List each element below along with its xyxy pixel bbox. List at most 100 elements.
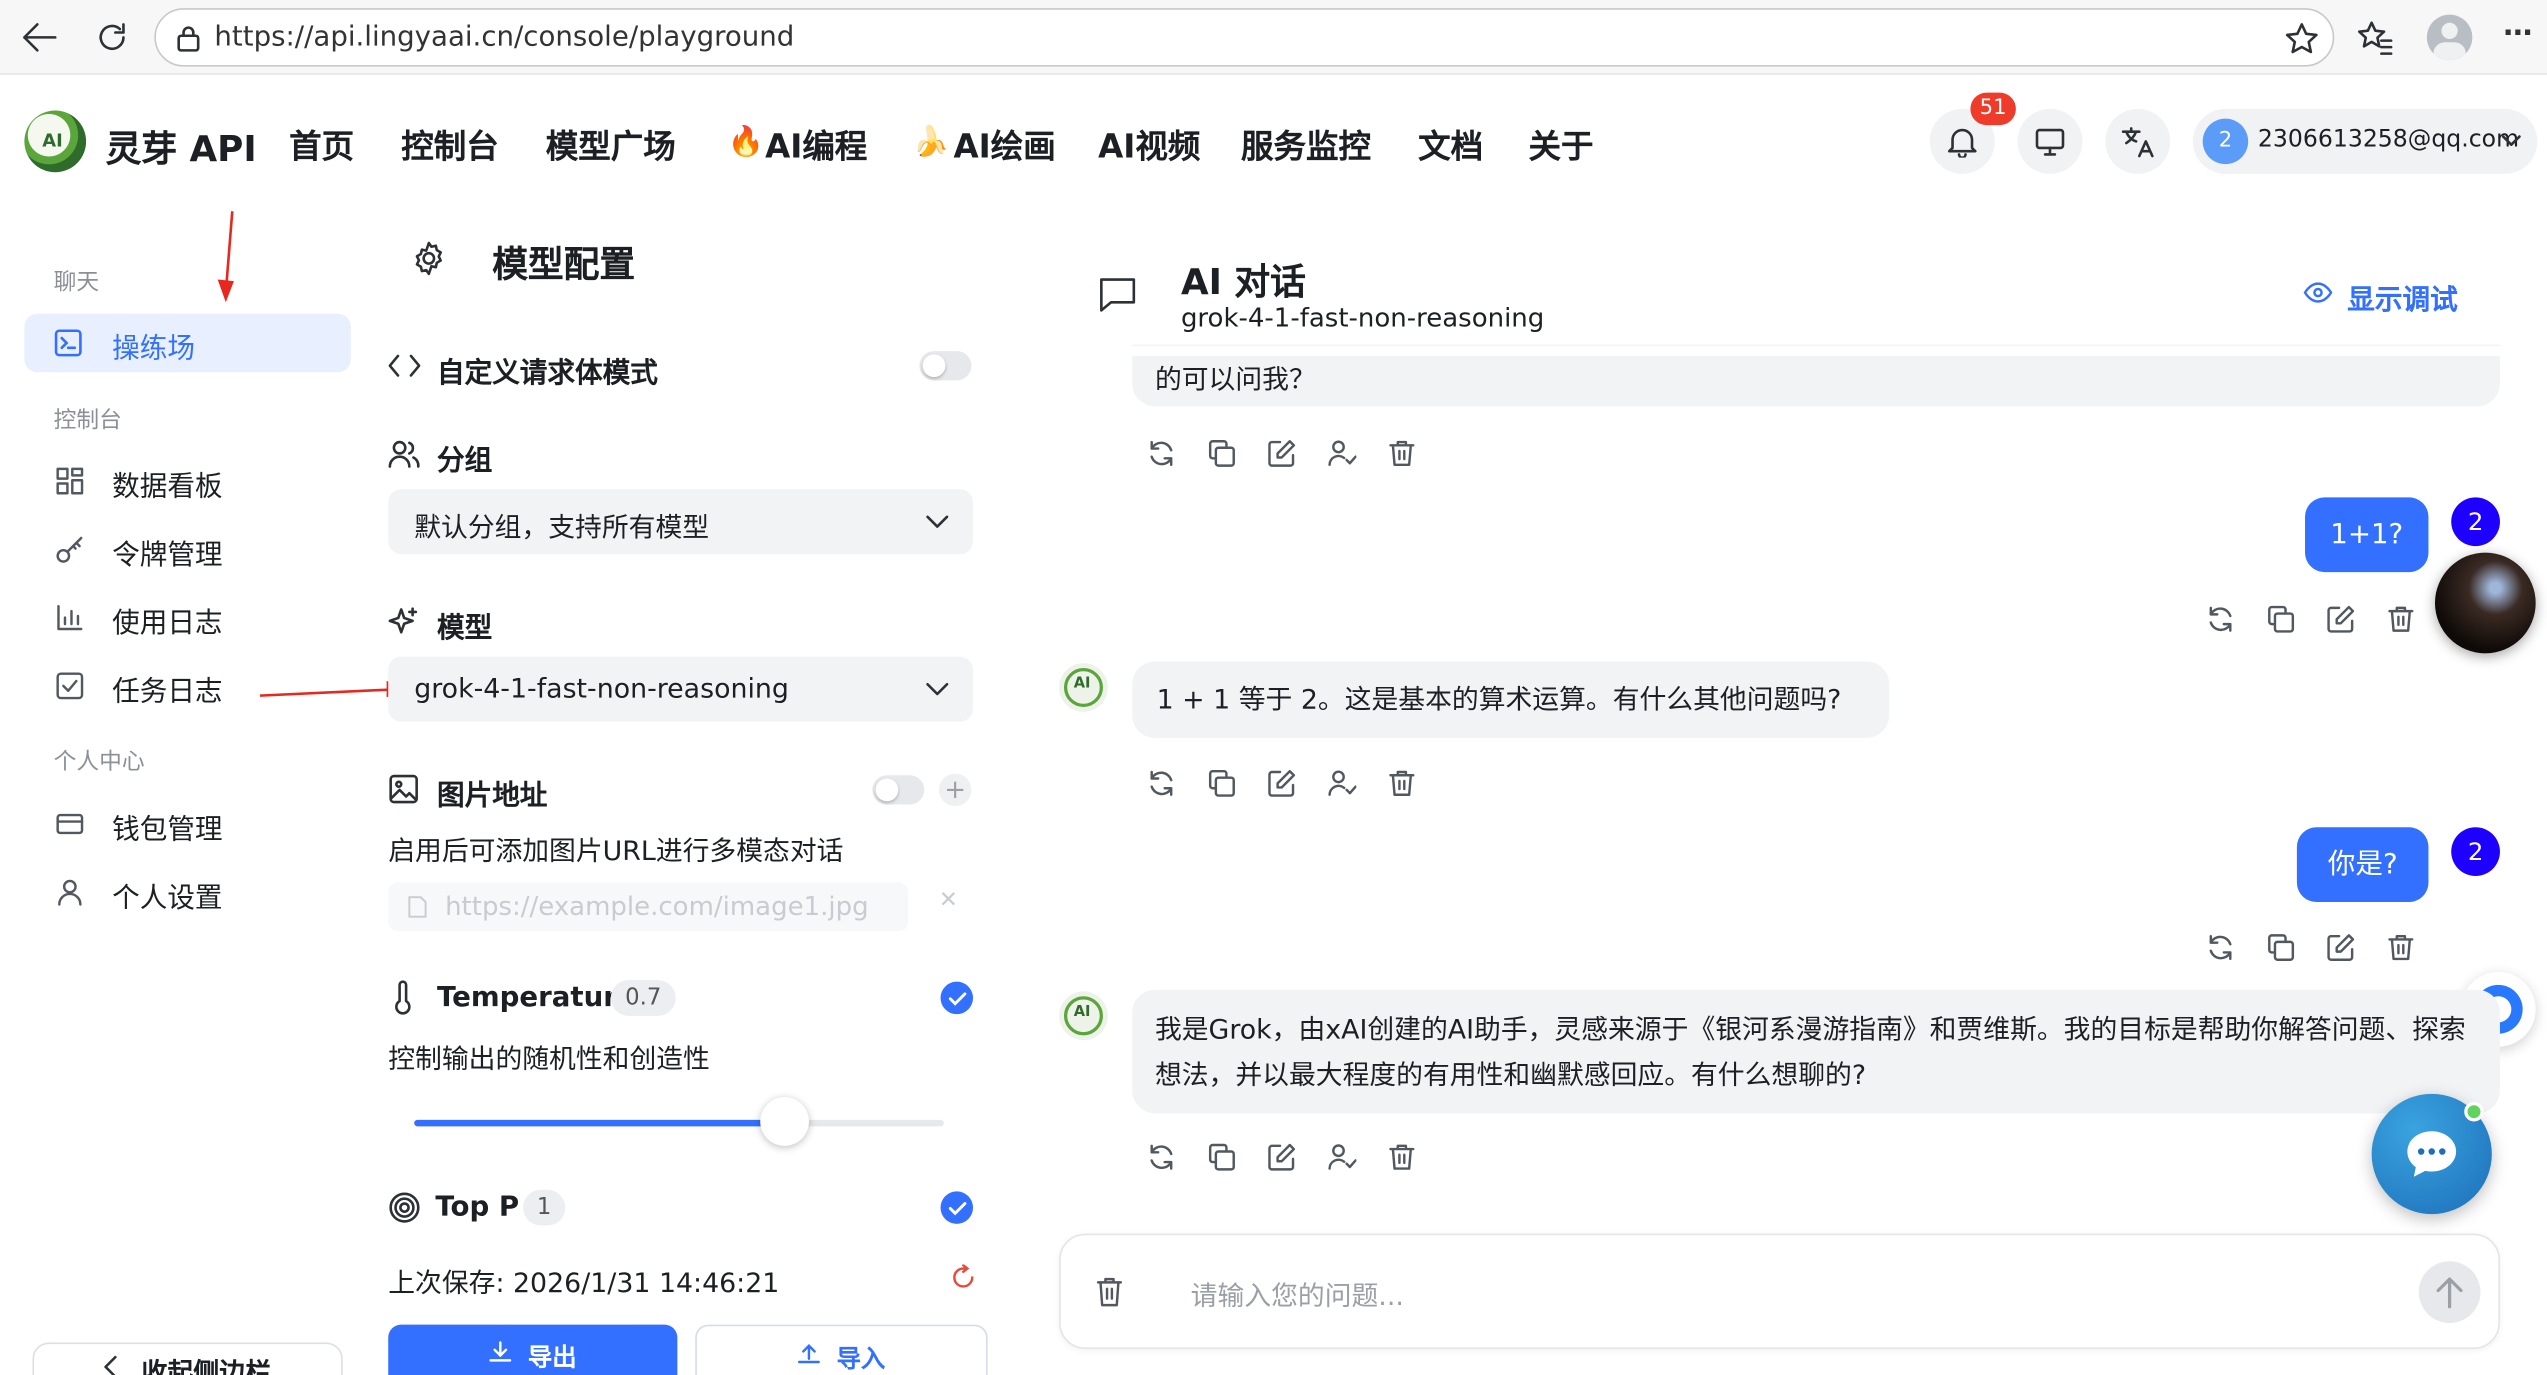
clear-chat-icon[interactable] bbox=[1095, 1276, 1124, 1309]
collapse-label: 收起侧边栏 bbox=[141, 1357, 272, 1375]
temperature-description: 控制输出的随机性和创造性 bbox=[388, 1043, 710, 1075]
bell-icon bbox=[1947, 128, 1977, 158]
chat-top-fade bbox=[1055, 346, 2518, 356]
show-debug-toggle[interactable]: 显示调试 bbox=[2347, 276, 2457, 317]
chevron-down-icon bbox=[926, 515, 949, 528]
regenerate-icon[interactable] bbox=[2206, 605, 2235, 634]
config-title: 模型配置 bbox=[492, 245, 636, 287]
avatar: 2 bbox=[2202, 118, 2249, 165]
assistant-message-bubble: 我是Grok，由xAI创建的AI助手，灵感来源于《银河系漫游指南》和贾维斯。我的… bbox=[1132, 989, 2500, 1114]
wallet-icon bbox=[56, 813, 84, 835]
group-select[interactable]: 默认分组，支持所有模型 bbox=[388, 489, 974, 555]
top-p-label: Top P bbox=[435, 1191, 520, 1224]
model-value: grok-4-1-fast-non-reasoning bbox=[414, 672, 789, 704]
logo[interactable]: AI bbox=[24, 110, 87, 173]
reload-icon[interactable] bbox=[94, 20, 130, 56]
image-toggle[interactable] bbox=[872, 775, 925, 805]
sidebar-item-playground[interactable]: 操练场 bbox=[24, 313, 351, 373]
sidebar-item-tokens[interactable]: 令牌管理 bbox=[112, 531, 222, 573]
display-mode-button[interactable] bbox=[2017, 108, 2083, 174]
message-text: 的可以问我？ bbox=[1154, 364, 1316, 395]
image-url-input[interactable]: https://example.com/image1.jpg bbox=[388, 882, 909, 932]
terminal-icon bbox=[54, 329, 82, 357]
support-chat-button[interactable] bbox=[2371, 1093, 2492, 1215]
nav-docs[interactable]: 文档 bbox=[1418, 120, 1483, 167]
export-button[interactable]: 导出 bbox=[388, 1324, 678, 1375]
sidebar-item-task-logs[interactable]: 任务日志 bbox=[112, 668, 222, 709]
nav-home[interactable]: 首页 bbox=[289, 120, 354, 167]
edit-icon[interactable] bbox=[2326, 933, 2355, 962]
switch-role-icon[interactable] bbox=[1327, 769, 1357, 798]
nav-service-monitor[interactable]: 服务监控 bbox=[1241, 120, 1371, 167]
chat-input-placeholder[interactable]: 请输入您的问题... bbox=[1191, 1274, 1404, 1313]
regenerate-icon[interactable] bbox=[1147, 439, 1176, 468]
regenerate-icon[interactable] bbox=[1147, 769, 1176, 798]
temperature-enabled-checkbox[interactable] bbox=[940, 981, 974, 1015]
delete-icon[interactable] bbox=[2386, 933, 2415, 962]
check-icon bbox=[948, 1202, 967, 1216]
brand-name[interactable]: 灵芽 API bbox=[106, 120, 257, 172]
export-label: 导出 bbox=[527, 1342, 577, 1372]
nav-model-square[interactable]: 模型广场 bbox=[546, 120, 676, 167]
add-image-button[interactable]: + bbox=[938, 773, 972, 807]
send-button[interactable] bbox=[2418, 1261, 2481, 1323]
regenerate-icon[interactable] bbox=[2206, 933, 2235, 962]
model-select[interactable]: grok-4-1-fast-non-reasoning bbox=[388, 656, 974, 722]
sidebar-section-chat: 聊天 bbox=[53, 269, 100, 296]
copy-icon[interactable] bbox=[2266, 605, 2295, 634]
custom-body-toggle[interactable] bbox=[919, 351, 972, 381]
switch-role-icon[interactable] bbox=[1327, 1143, 1357, 1172]
delete-icon[interactable] bbox=[1387, 439, 1416, 468]
more-menu-icon[interactable]: ⋯ bbox=[2503, 16, 2532, 50]
edit-icon[interactable] bbox=[1267, 439, 1296, 468]
sidebar-item-wallet[interactable]: 钱包管理 bbox=[112, 806, 222, 847]
favorites-icon[interactable] bbox=[2355, 18, 2394, 57]
copy-icon[interactable] bbox=[1207, 439, 1236, 468]
nav-console[interactable]: 控制台 bbox=[401, 120, 498, 167]
nav-ai-painting[interactable]: AI绘画 bbox=[954, 120, 1056, 167]
browser-profile-avatar[interactable] bbox=[2426, 14, 2473, 61]
nav-ai-coding[interactable]: AI编程 bbox=[765, 120, 867, 167]
temperature-slider-thumb[interactable] bbox=[760, 1097, 810, 1146]
collapse-sidebar-button[interactable]: 收起侧边栏 bbox=[32, 1342, 343, 1375]
edit-icon[interactable] bbox=[1267, 769, 1296, 798]
copy-icon[interactable] bbox=[2266, 933, 2295, 962]
sidebar-item-settings[interactable]: 个人设置 bbox=[112, 874, 222, 916]
delete-icon[interactable] bbox=[1387, 769, 1416, 798]
regenerate-icon[interactable] bbox=[1147, 1143, 1176, 1172]
copy-icon[interactable] bbox=[1207, 769, 1236, 798]
code-icon bbox=[388, 354, 421, 377]
edit-icon[interactable] bbox=[1267, 1143, 1296, 1172]
temperature-slider-fill bbox=[414, 1119, 785, 1127]
copy-icon[interactable] bbox=[1207, 1143, 1236, 1172]
image-description: 启用后可添加图片URL进行多模态对话 bbox=[388, 835, 844, 867]
fire-icon: 🔥 bbox=[727, 125, 765, 160]
nav-ai-video[interactable]: AI视频 bbox=[1098, 120, 1200, 167]
chat-model-name: grok-4-1-fast-non-reasoning bbox=[1180, 302, 1545, 334]
model-label: 模型 bbox=[436, 612, 493, 646]
favorite-star-icon[interactable] bbox=[2284, 21, 2320, 57]
edit-icon[interactable] bbox=[2326, 605, 2355, 634]
sidebar-item-usage-logs[interactable]: 使用日志 bbox=[112, 600, 222, 641]
chevron-left-icon bbox=[104, 1355, 117, 1375]
chevron-down-icon bbox=[926, 682, 949, 696]
language-button[interactable] bbox=[2105, 108, 2171, 174]
sidebar-item-dashboard[interactable]: 数据看板 bbox=[112, 463, 222, 504]
banana-icon: 🍌 bbox=[912, 125, 950, 160]
temperature-slider[interactable] bbox=[414, 1097, 944, 1146]
floating-orb-widget[interactable] bbox=[2434, 552, 2536, 654]
chat-input-container[interactable]: 请输入您的问题... bbox=[1059, 1233, 2500, 1349]
user-menu[interactable]: 2 2306613258@qq.com bbox=[2192, 108, 2538, 174]
back-icon[interactable] bbox=[19, 20, 58, 56]
user-email: 2306613258@qq.com bbox=[2257, 126, 2520, 153]
switch-role-icon[interactable] bbox=[1327, 439, 1357, 468]
reset-icon[interactable] bbox=[950, 1264, 976, 1290]
top-p-enabled-checkbox[interactable] bbox=[940, 1191, 974, 1224]
top-p-value-badge: 1 bbox=[523, 1189, 566, 1226]
nav-about[interactable]: 关于 bbox=[1529, 120, 1594, 167]
clear-image-icon[interactable]: ✕ bbox=[939, 887, 958, 913]
delete-icon[interactable] bbox=[1387, 1143, 1416, 1172]
delete-icon[interactable] bbox=[2386, 605, 2415, 634]
import-button[interactable]: 导入 bbox=[695, 1324, 988, 1375]
temperature-value-badge: 0.7 bbox=[610, 980, 676, 1016]
